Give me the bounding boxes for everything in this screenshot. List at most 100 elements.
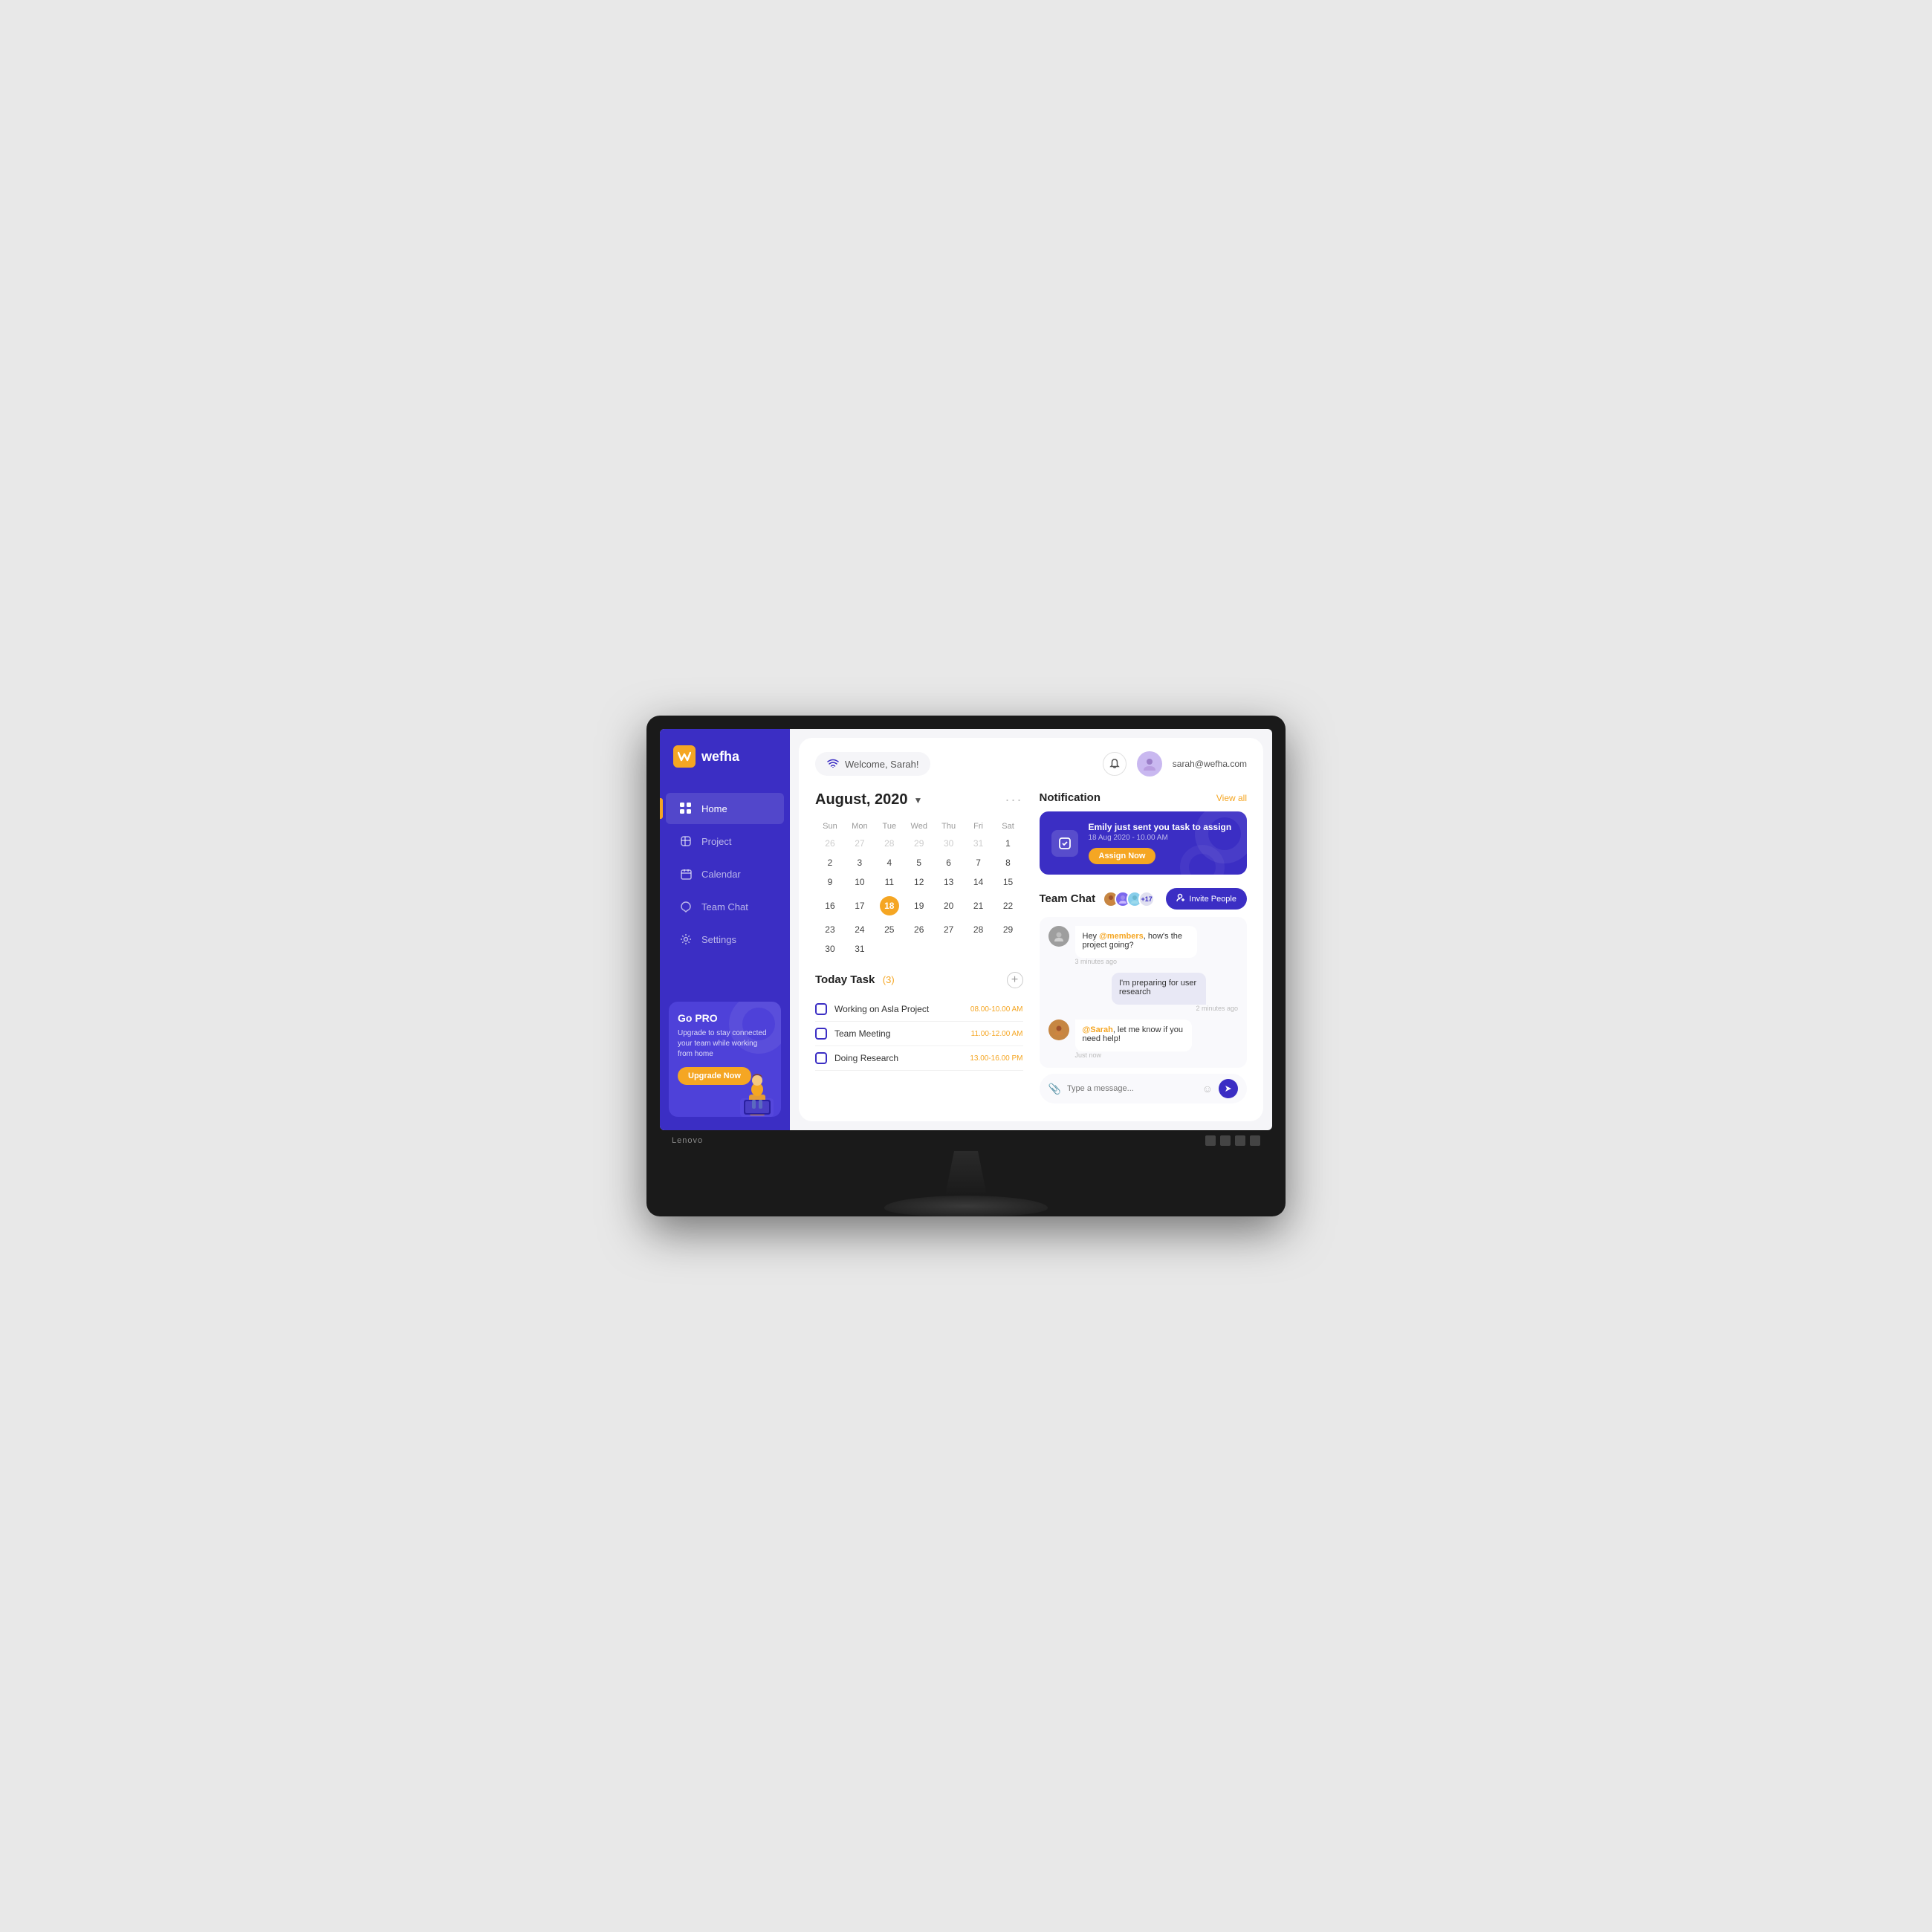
calendar-day[interactable]: 16 <box>815 892 845 920</box>
task-item[interactable]: Doing Research 13.00-16.00 PM <box>815 1046 1023 1071</box>
sidebar-item-settings[interactable]: Settings <box>666 924 784 955</box>
task-time: 13.00-16.00 PM <box>970 1054 1022 1063</box>
calendar-day[interactable]: 28 <box>875 834 904 853</box>
calendar-day[interactable]: 17 <box>845 892 875 920</box>
team-chat-icon <box>679 900 693 913</box>
monitor-btn-1[interactable] <box>1205 1135 1216 1146</box>
calendar-day[interactable]: 20 <box>934 892 964 920</box>
monitor-bezel: Lenovo <box>660 1130 1272 1151</box>
sidebar-item-label-team-chat: Team Chat <box>701 901 748 912</box>
chat-input[interactable] <box>1067 1084 1196 1093</box>
calendar-menu-icon[interactable]: ··· <box>1005 792 1023 808</box>
assign-button[interactable]: Assign Now <box>1089 848 1156 864</box>
calendar-day[interactable]: 29 <box>993 920 1023 939</box>
notification-header: Notification View all <box>1040 791 1248 804</box>
calendar-day[interactable]: 10 <box>845 872 875 892</box>
welcome-badge: Welcome, Sarah! <box>815 752 930 776</box>
sidebar-item-project[interactable]: Project <box>666 826 784 857</box>
col-sun: Sun <box>815 819 845 834</box>
sidebar-item-team-chat[interactable]: Team Chat <box>666 891 784 922</box>
notification-title: Notification <box>1040 791 1101 804</box>
calendar-day[interactable]: 29 <box>904 834 934 853</box>
calendar-day[interactable]: 30 <box>934 834 964 853</box>
msg-bubble-2: I'm preparing for user research 2 minute… <box>1112 973 1238 1012</box>
sidebar-item-home[interactable]: Home <box>666 793 784 824</box>
calendar-day[interactable]: 27 <box>934 920 964 939</box>
calendar-day[interactable]: 27 <box>845 834 875 853</box>
calendar-month: August, 2020 ▼ <box>815 791 922 808</box>
calendar-day[interactable]: 31 <box>845 939 875 959</box>
user-email: sarah@wefha.com <box>1173 759 1247 769</box>
calendar-today[interactable]: 18 <box>875 892 904 920</box>
task-item[interactable]: Team Meeting 11.00-12.00 AM <box>815 1022 1023 1046</box>
task-item[interactable]: Working on Asla Project 08.00-10.00 AM <box>815 997 1023 1022</box>
calendar-day <box>904 939 934 959</box>
calendar-day[interactable]: 12 <box>904 872 934 892</box>
calendar-day[interactable]: 13 <box>934 872 964 892</box>
calendar-table: Sun Mon Tue Wed Thu Fri Sat 262 <box>815 819 1023 959</box>
calendar-day[interactable]: 11 <box>875 872 904 892</box>
col-wed: Wed <box>904 819 934 834</box>
calendar-day[interactable]: 24 <box>845 920 875 939</box>
col-sat: Sat <box>993 819 1023 834</box>
calendar-day[interactable]: 4 <box>875 853 904 872</box>
task-checkbox[interactable] <box>815 1052 827 1064</box>
monitor-btn-4[interactable] <box>1250 1135 1260 1146</box>
calendar-day[interactable]: 3 <box>845 853 875 872</box>
wifi-icon <box>827 758 839 770</box>
task-count: (3) <box>883 974 895 985</box>
monitor-btn-3[interactable] <box>1235 1135 1245 1146</box>
monitor: wefha Home <box>646 716 1286 1216</box>
calendar-day[interactable]: 31 <box>964 834 993 853</box>
calendar-day[interactable]: 5 <box>904 853 934 872</box>
calendar-day[interactable]: 22 <box>993 892 1023 920</box>
chat-input-row: 📎 ☺ <box>1040 1074 1248 1103</box>
monitor-controls <box>1205 1135 1260 1146</box>
task-checkbox[interactable] <box>815 1028 827 1040</box>
calendar-day[interactable]: 25 <box>875 920 904 939</box>
add-task-button[interactable]: + <box>1007 972 1023 988</box>
calendar-day[interactable]: 14 <box>964 872 993 892</box>
calendar-day[interactable]: 23 <box>815 920 845 939</box>
chat-avatars: +17 <box>1103 891 1155 907</box>
monitor-btn-2[interactable] <box>1220 1135 1231 1146</box>
left-column: August, 2020 ▼ ··· Sun Mon Tue <box>815 791 1023 1108</box>
calendar-day[interactable]: 9 <box>815 872 845 892</box>
calendar-day[interactable]: 30 <box>815 939 845 959</box>
calendar-day[interactable]: 28 <box>964 920 993 939</box>
sidebar-item-calendar[interactable]: Calendar <box>666 858 784 889</box>
calendar-day[interactable]: 6 <box>934 853 964 872</box>
task-time: 08.00-10.00 AM <box>970 1005 1023 1014</box>
sidebar: wefha Home <box>660 729 790 1130</box>
calendar-day[interactable]: 2 <box>815 853 845 872</box>
bell-button[interactable] <box>1103 752 1127 776</box>
chat-messages: Hey @members, how's the project going? 3… <box>1040 917 1248 1068</box>
monitor-brand: Lenovo <box>672 1136 703 1145</box>
notif-icon <box>1051 830 1078 857</box>
monitor-stand-base <box>884 1196 1048 1216</box>
calendar-day[interactable]: 1 <box>993 834 1023 853</box>
settings-icon <box>679 933 693 946</box>
invite-icon <box>1176 893 1185 904</box>
attach-icon[interactable]: 📎 <box>1048 1083 1061 1095</box>
calendar-day[interactable]: 26 <box>815 834 845 853</box>
calendar-day[interactable]: 8 <box>993 853 1023 872</box>
msg-avatar-3 <box>1048 1020 1069 1040</box>
app-container: wefha Home <box>660 729 1272 1130</box>
chevron-down-icon[interactable]: ▼ <box>913 795 922 805</box>
calendar-day[interactable]: 19 <box>904 892 934 920</box>
chat-message-2: I'm preparing for user research 2 minute… <box>1048 973 1239 1012</box>
col-tue: Tue <box>875 819 904 834</box>
view-all-link[interactable]: View all <box>1216 793 1247 803</box>
emoji-icon[interactable]: ☺ <box>1202 1083 1213 1095</box>
send-button[interactable] <box>1219 1079 1238 1098</box>
calendar-day[interactable]: 21 <box>964 892 993 920</box>
calendar-day[interactable]: 26 <box>904 920 934 939</box>
invite-people-button[interactable]: Invite People <box>1166 888 1247 910</box>
task-checkbox[interactable] <box>815 1003 827 1015</box>
calendar-day[interactable]: 15 <box>993 872 1023 892</box>
task-name: Doing Research <box>834 1053 898 1063</box>
calendar-day[interactable]: 7 <box>964 853 993 872</box>
calendar-day <box>993 939 1023 959</box>
logo-text: wefha <box>701 749 739 765</box>
